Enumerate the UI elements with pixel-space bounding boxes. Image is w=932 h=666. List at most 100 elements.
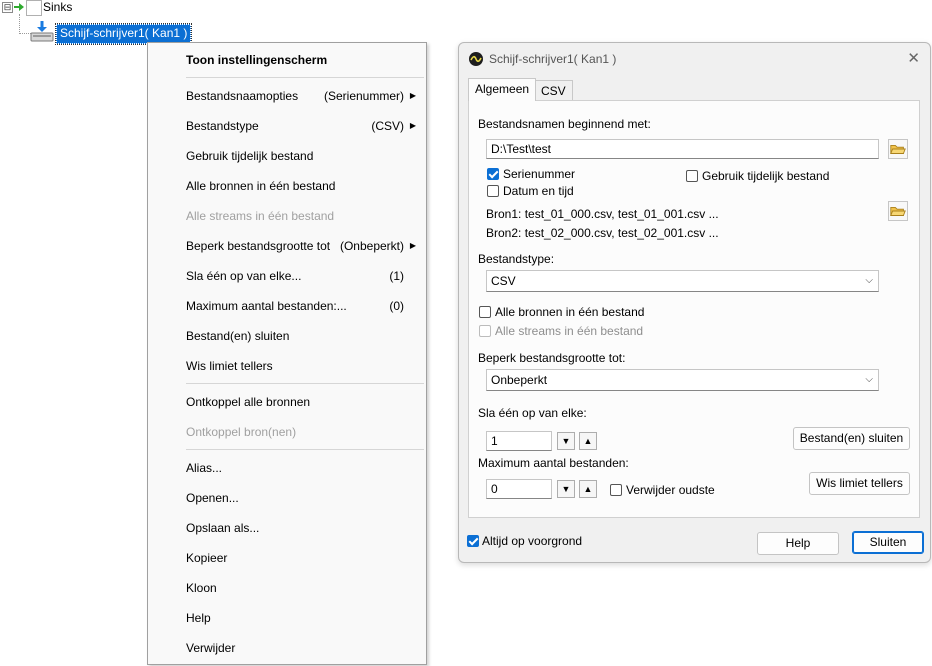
context-menu: Toon instellingenscherm Bestandsnaamopti… [147,42,427,665]
always-on-top-label: Altijd op voorgrond [482,534,583,548]
browse-folder-button[interactable] [888,139,908,159]
all-streams-one-file-label: Alle streams in één bestand [495,324,644,338]
menu-item-label: Opslaan als... [186,521,260,535]
open-output-folder-button[interactable] [888,201,908,221]
clear-limit-counters-button[interactable]: Wis limiet tellers [809,472,910,495]
all-sources-one-file-label: Alle bronnen in één bestand [495,305,645,319]
menu-item-label: Bestandstype [186,119,259,133]
tab-panel-algemeen: Bestandsnamen beginnend met: D:\Test\tes… [468,100,920,518]
menu-item-all-sources-one-file[interactable]: Alle bronnen in één bestand [148,171,426,201]
date-time-checkbox[interactable] [487,185,499,197]
menu-item-limit-file-size[interactable]: Beperk bestandsgrootte tot (Onbeperkt) ▶ [148,231,426,261]
collapse-toggle[interactable]: ⊟ [2,2,13,13]
menu-item-file-type[interactable]: Bestandstype (CSV) ▶ [148,111,426,141]
menu-item-label: Beperk bestandsgrootte tot [186,239,331,253]
menu-item-value: (Onbeperkt) [339,239,404,253]
menu-item-save-as[interactable]: Opslaan als... [148,513,426,543]
menu-item-label: Bestandsnaamopties [186,89,299,103]
menu-item-close-files[interactable]: Bestand(en) sluiten [148,321,426,351]
max-files-decrement-button[interactable]: ▼ [557,480,575,498]
menu-item-value: (0) [389,299,404,313]
menu-item-label: Maximum aantal bestanden:... [186,299,347,313]
save-one-of-each-label: Sla één op van elke: [478,406,587,420]
always-on-top-checkbox[interactable] [467,535,479,547]
filename-prefix-field[interactable]: D:\Test\test [486,139,879,159]
chevron-down-icon: ⌵ [865,374,873,385]
tab-csv[interactable]: CSV [534,80,573,101]
tab-algemeen[interactable]: Algemeen [468,78,537,101]
all-streams-one-file-checkbox [479,325,491,337]
menu-separator [186,383,424,384]
sinks-folder-icon [26,0,42,16]
menu-item-label: Bestand(en) sluiten [186,329,290,343]
use-temp-file-checkbox[interactable] [686,170,698,182]
menu-item-delete[interactable]: Verwijder [148,633,426,663]
menu-item-label: Toon instellingenscherm [186,53,328,67]
save-one-of-each-field[interactable]: 1 [486,431,552,451]
settings-dialog: Schijf-schrijver1( Kan1 ) ✕ Algemeen CSV… [458,42,931,563]
source2-files-text: Bron2: test_02_000.csv, test_02_001.csv … [486,226,719,240]
close-icon[interactable]: ✕ [907,49,920,67]
file-type-value: CSV [491,274,516,288]
folder-open-icon [890,144,906,154]
menu-item-filename-options[interactable]: Bestandsnaamopties (Serienummer) ▶ [148,81,426,111]
all-sources-one-file-checkbox[interactable] [479,306,491,318]
use-temp-file-label: Gebruik tijdelijk bestand [702,169,830,183]
menu-item-max-files[interactable]: Maximum aantal bestanden:... (0) [148,291,426,321]
menu-separator [186,77,424,78]
tree-node-disk-writer[interactable]: Schijf-schrijver1( Kan1 ) [54,23,193,45]
max-files-field[interactable]: 0 [486,479,552,499]
delete-oldest-checkbox[interactable] [610,484,622,496]
menu-item-open[interactable]: Openen... [148,483,426,513]
menu-item-label: Gebruik tijdelijk bestand [186,149,314,163]
menu-item-value: (1) [389,269,404,283]
menu-item-value: (CSV) [371,119,404,133]
limit-file-size-label: Beperk bestandsgrootte tot: [478,351,626,365]
sinks-root-label[interactable]: Sinks [43,0,72,14]
menu-item-label: Sla één op van elke... [186,269,302,283]
app-icon [469,52,483,66]
save-every-decrement-button[interactable]: ▼ [557,432,575,450]
help-button[interactable]: Help [757,532,839,555]
date-time-label: Datum en tijd [503,184,574,198]
menu-item-help[interactable]: Help [148,603,426,633]
menu-item-copy[interactable]: Kopieer [148,543,426,573]
menu-item-label: Alias... [186,461,223,475]
menu-item-alias[interactable]: Alias... [148,453,426,483]
save-every-increment-button[interactable]: ▲ [579,432,597,450]
submenu-arrow-icon: ▶ [409,241,416,250]
menu-item-use-temp-file[interactable]: Gebruik tijdelijk bestand [148,141,426,171]
submenu-arrow-icon: ▶ [409,91,416,100]
menu-item-show-settings[interactable]: Toon instellingenscherm [148,45,426,75]
menu-item-label: Kloon [186,581,217,595]
menu-item-save-one-of-each[interactable]: Sla één op van elke... (1) [148,261,426,291]
dialog-title: Schijf-schrijver1( Kan1 ) [489,52,617,66]
menu-item-label: Alle streams in één bestand [186,209,335,223]
folder-open-icon [890,206,906,216]
max-files-label: Maximum aantal bestanden: [478,456,629,470]
close-files-button[interactable]: Bestand(en) sluiten [793,427,910,450]
menu-separator [186,449,424,450]
submenu-arrow-icon: ▶ [409,121,416,130]
menu-item-label: Alle bronnen in één bestand [186,179,336,193]
disk-writer-icon [30,21,54,42]
menu-item-clone[interactable]: Kloon [148,573,426,603]
file-type-select[interactable]: CSV ⌵ [486,270,879,292]
max-files-increment-button[interactable]: ▲ [579,480,597,498]
add-sink-icon [14,3,24,11]
menu-item-label: Openen... [186,491,239,505]
close-button[interactable]: Sluiten [852,531,924,554]
delete-oldest-label: Verwijder oudste [626,483,715,497]
menu-item-disconnect-all-sources[interactable]: Ontkoppel alle bronnen [148,387,426,417]
limit-file-size-select[interactable]: Onbeperkt ⌵ [486,369,879,391]
menu-item-label: Wis limiet tellers [186,359,273,373]
menu-item-label: Ontkoppel bron(nen) [186,425,297,439]
serial-number-label: Serienummer [503,167,576,181]
source1-files-text: Bron1: test_01_000.csv, test_01_001.csv … [486,207,719,221]
menu-item-label: Ontkoppel alle bronnen [186,395,311,409]
menu-item-all-streams-one-file: Alle streams in één bestand [148,201,426,231]
menu-item-clear-limit-counters[interactable]: Wis limiet tellers [148,351,426,381]
serial-number-checkbox[interactable] [487,168,499,180]
limit-file-size-value: Onbeperkt [491,373,548,387]
menu-item-disconnect-sources: Ontkoppel bron(nen) [148,417,426,447]
